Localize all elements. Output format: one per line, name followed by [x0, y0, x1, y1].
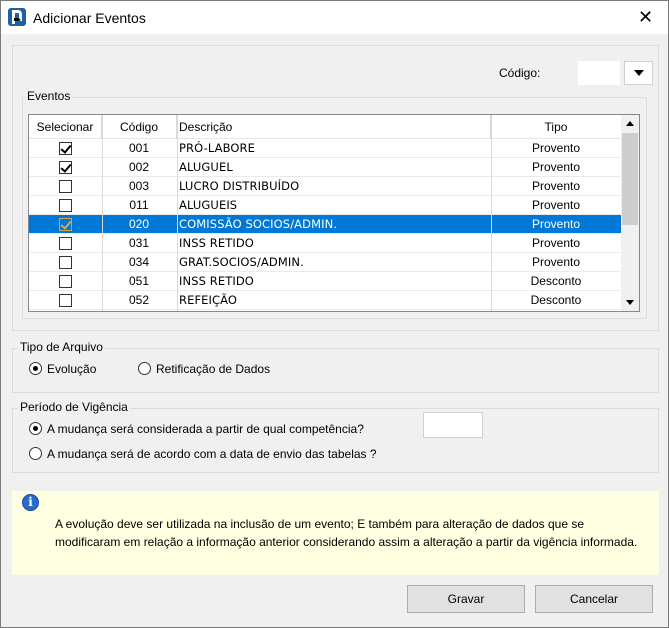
cell-tipo: Provento [531, 179, 581, 193]
column-divider [491, 115, 492, 311]
row-checkbox[interactable] [59, 180, 72, 193]
dialog-content: Código: Eventos Selecionar Código Descri… [12, 45, 659, 621]
close-icon[interactable]: ✕ [623, 1, 668, 34]
eventos-table: Selecionar Código Descrição Tipo 001 PRÓ-… [28, 114, 640, 312]
scroll-up-button[interactable] [621, 115, 639, 132]
cell-codigo: 001 [128, 141, 150, 155]
cell-descricao: ALUGUEIS [179, 198, 238, 212]
scroll-thumb[interactable] [622, 133, 638, 225]
cancel-button[interactable]: Cancelar [535, 585, 653, 613]
cell-selecionar [29, 196, 102, 215]
cell-codigo: 011 [129, 198, 149, 212]
cell-codigo: 002 [128, 160, 150, 174]
cell-descricao: PRÓ-LABORE [179, 141, 255, 155]
cell-codigo: 052 [128, 293, 150, 307]
row-checkbox[interactable] [59, 161, 72, 174]
row-checkbox[interactable] [59, 294, 72, 307]
info-icon: i [22, 494, 39, 511]
info-panel: i A evolução deve ser utilizada na inclu… [12, 491, 659, 575]
table-row[interactable]: 020 COMISSÃO SOCIOS/ADMIN. Provento [29, 215, 621, 234]
cell-codigo: 003 [128, 179, 150, 193]
cell-selecionar [29, 139, 102, 158]
app-logo-icon [8, 8, 26, 26]
cell-selecionar [29, 234, 102, 253]
cell-descricao: INSS RETIDO [179, 274, 254, 288]
tipo-arquivo-group [12, 348, 659, 393]
row-checkbox[interactable] [59, 237, 72, 250]
table-row[interactable]: 034 GRAT.SOCIOS/ADMIN. Provento [29, 253, 621, 272]
cell-descricao: LUCRO DISTRIBUÍDO [179, 179, 300, 193]
cell-tipo: Provento [531, 236, 581, 250]
radio-data-envio-label[interactable]: A mudança será de acordo com a data de e… [47, 447, 377, 461]
periodo-label: Período de Vigência [18, 400, 130, 414]
table-row[interactable]: 002 ALUGUEL Provento [29, 158, 621, 177]
row-checkbox[interactable] [59, 275, 72, 288]
radio-competencia[interactable] [29, 422, 42, 435]
cell-tipo: Desconto [530, 274, 582, 288]
table-row[interactable]: 011 ALUGUEIS Provento [29, 196, 621, 215]
title-bar: Adicionar Eventos ✕ [1, 1, 668, 34]
header-selecionar[interactable]: Selecionar [29, 115, 102, 139]
cell-codigo: 020 [128, 217, 150, 231]
cell-descricao: COMISSÃO SOCIOS/ADMIN. [179, 217, 338, 231]
table-row[interactable]: 001 PRÓ-LABORE Provento [29, 139, 621, 158]
radio-evolucao[interactable] [29, 362, 42, 375]
cell-selecionar [29, 253, 102, 272]
table-row[interactable]: 003 LUCRO DISTRIBUÍDO Provento [29, 177, 621, 196]
cell-selecionar [29, 177, 102, 196]
competencia-input[interactable] [423, 412, 483, 438]
row-checkbox[interactable] [59, 218, 72, 231]
cell-tipo: Provento [531, 160, 581, 174]
cell-tipo: Provento [531, 198, 581, 212]
cell-descricao: ALUGUEL [179, 160, 233, 174]
radio-data-envio[interactable] [29, 447, 42, 460]
header-descricao[interactable]: Descrição [177, 115, 491, 139]
cell-selecionar [29, 158, 102, 177]
cell-tipo: Provento [531, 255, 581, 269]
header-tipo[interactable]: Tipo [491, 115, 621, 139]
row-checkbox[interactable] [59, 256, 72, 269]
cell-codigo: 051 [128, 274, 150, 288]
cell-descricao: INSS RETIDO [179, 236, 254, 250]
info-text: A evolução deve ser utilizada na inclusã… [55, 517, 638, 549]
scroll-down-button[interactable] [621, 294, 639, 311]
save-button[interactable]: Gravar [407, 585, 525, 613]
window-title: Adicionar Eventos [33, 10, 146, 26]
chevron-down-icon [633, 70, 644, 76]
codigo-dropdown-button[interactable] [624, 61, 653, 85]
tipo-arquivo-label: Tipo de Arquivo [18, 340, 105, 354]
codigo-label: Código: [499, 66, 541, 80]
column-divider [177, 115, 178, 311]
periodo-group [12, 408, 659, 473]
header-codigo[interactable]: Código [102, 115, 177, 139]
dialog-window: Adicionar Eventos ✕ Código: Eventos Sele… [0, 0, 669, 628]
radio-evolucao-label[interactable]: Evolução [47, 362, 96, 376]
row-checkbox[interactable] [59, 199, 72, 212]
arrow-down-icon [626, 300, 634, 305]
column-divider [102, 115, 103, 311]
codigo-input[interactable] [578, 61, 620, 85]
cell-selecionar [29, 215, 102, 234]
cell-descricao: REFEIÇÃO [179, 293, 238, 307]
cell-selecionar [29, 291, 102, 310]
cell-codigo: 034 [128, 255, 150, 269]
table-row[interactable]: 052 REFEIÇÃO Desconto [29, 291, 621, 310]
cell-tipo: Desconto [530, 293, 582, 307]
radio-retificacao[interactable] [138, 362, 151, 375]
cell-tipo: Provento [531, 141, 581, 155]
table-header: Selecionar Código Descrição Tipo [29, 115, 621, 139]
vertical-scrollbar[interactable] [621, 115, 639, 311]
arrow-up-icon [626, 121, 634, 126]
radio-competencia-label[interactable]: A mudança será considerada a partir de q… [47, 422, 364, 436]
cell-selecionar [29, 272, 102, 291]
radio-retificacao-label[interactable]: Retificação de Dados [156, 362, 270, 376]
table-row[interactable]: 051 INSS RETIDO Desconto [29, 272, 621, 291]
cell-tipo: Provento [531, 217, 581, 231]
row-checkbox[interactable] [59, 142, 72, 155]
cell-codigo: 031 [128, 236, 150, 250]
eventos-group-label: Eventos [25, 89, 73, 103]
cell-descricao: GRAT.SOCIOS/ADMIN. [179, 255, 304, 269]
table-row[interactable]: 031 INSS RETIDO Provento [29, 234, 621, 253]
